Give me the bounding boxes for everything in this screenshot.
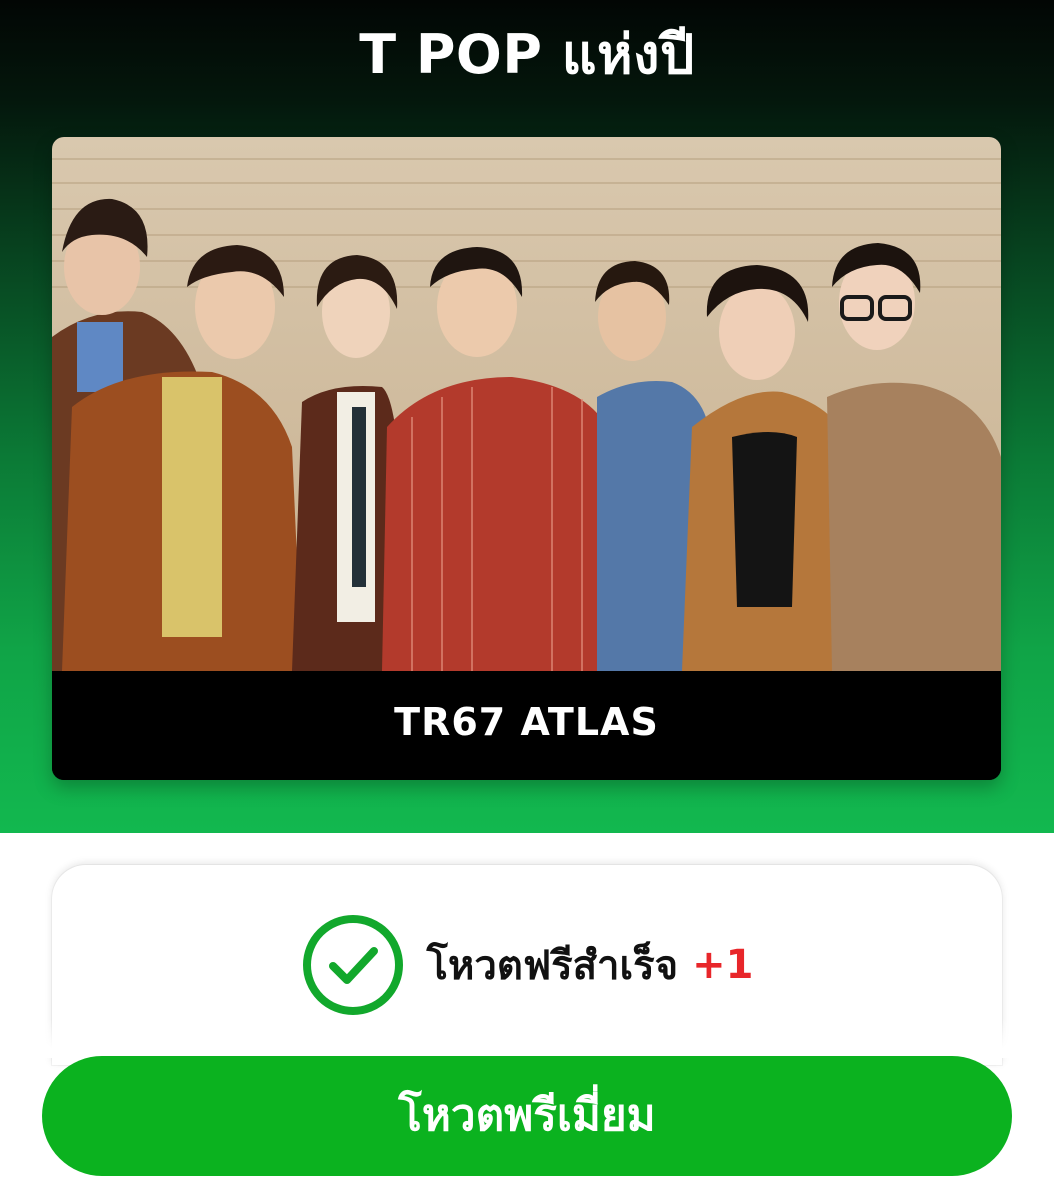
- vote-success-message: โหวตฟรีสำเร็จ: [426, 943, 679, 989]
- artist-card[interactable]: TR67 ATLAS: [52, 137, 1001, 780]
- page-title: T POP แห่งปี: [359, 23, 695, 86]
- vote-result-row: โหวตฟรีสำเร็จ +1: [52, 915, 1002, 1015]
- vote-bonus-count: +1: [692, 942, 754, 988]
- bottom-fade: [0, 1018, 1054, 1058]
- artist-name: TR67 ATLAS: [394, 700, 659, 744]
- artist-name-bar: TR67 ATLAS: [52, 671, 1001, 780]
- group-photo: [52, 137, 1001, 671]
- premium-vote-button[interactable]: โหวตพรีเมี่ยม: [42, 1056, 1012, 1176]
- hero-background: T POP แห่งปี TR67 ATLAS: [0, 0, 1054, 833]
- check-circle-icon: [302, 915, 403, 1015]
